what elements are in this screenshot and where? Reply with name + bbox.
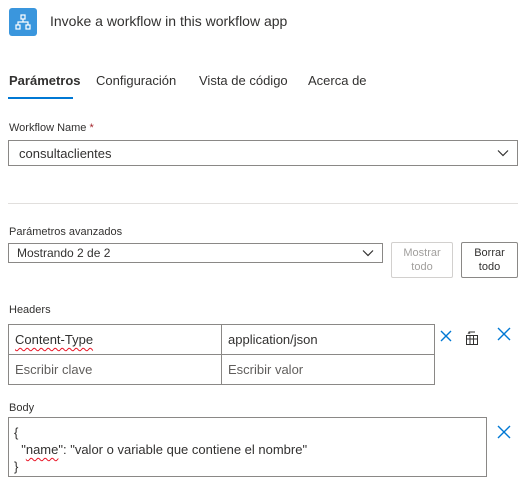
delete-header-row-button[interactable] xyxy=(438,328,454,344)
section-divider xyxy=(8,203,518,204)
header-value-input[interactable]: application/json xyxy=(221,324,435,355)
workflow-name-value: consultaclientes xyxy=(19,145,112,161)
workflow-app-icon xyxy=(9,8,37,36)
show-all-label: Mostrar todo xyxy=(403,247,441,273)
new-header-value-input[interactable]: Escribir valor xyxy=(221,354,435,385)
workflow-name-dropdown[interactable]: consultaclientes xyxy=(8,140,518,166)
headers-label: Headers xyxy=(9,304,51,316)
remove-headers-parameter-button[interactable] xyxy=(496,326,512,342)
workflow-name-label-text: Workflow Name xyxy=(9,122,87,134)
header-key-input[interactable]: Content-Type xyxy=(8,324,222,355)
close-icon xyxy=(440,330,452,342)
active-tab-indicator xyxy=(8,97,73,99)
close-icon xyxy=(497,327,511,341)
clear-all-label: Borrar todo xyxy=(474,247,505,273)
close-icon xyxy=(497,425,511,439)
body-label: Body xyxy=(9,402,35,414)
body-name-key: name xyxy=(25,442,59,457)
body-line-2-rest: ": "valor o variable que contiene el nom… xyxy=(58,442,308,457)
header-key-value: Content-Type xyxy=(15,332,94,347)
body-line-2-prefix: " xyxy=(14,442,26,457)
required-mark: * xyxy=(89,122,94,134)
body-line-2: "name": "valor o variable que contiene e… xyxy=(14,441,486,458)
remove-body-parameter-button[interactable] xyxy=(496,424,512,440)
clear-all-button[interactable]: Borrar todo xyxy=(461,242,518,278)
table-switch-icon xyxy=(466,331,478,345)
advanced-params-dropdown[interactable]: Mostrando 2 de 2 xyxy=(8,243,383,263)
advanced-params-label: Parámetros avanzados xyxy=(9,226,123,238)
tab-vista-de-codigo[interactable]: Vista de código xyxy=(199,73,288,88)
tab-configuracion[interactable]: Configuración xyxy=(96,73,176,88)
header-value-value: application/json xyxy=(228,332,318,347)
body-editor[interactable]: { "name": "valor o variable que contiene… xyxy=(8,417,487,477)
workflow-hierarchy-icon xyxy=(15,14,31,30)
chevron-down-icon xyxy=(497,150,509,157)
new-header-key-input[interactable]: Escribir clave xyxy=(8,354,222,385)
key-placeholder: Escribir clave xyxy=(15,362,93,377)
tab-acerca-de[interactable]: Acerca de xyxy=(308,73,367,88)
tab-parametros[interactable]: Parámetros xyxy=(9,73,81,88)
body-line-3: } xyxy=(14,459,19,474)
advanced-params-value: Mostrando 2 de 2 xyxy=(17,246,111,260)
value-placeholder: Escribir valor xyxy=(228,362,304,377)
chevron-down-icon xyxy=(362,250,374,257)
workflow-name-label: Workflow Name * xyxy=(9,122,94,134)
show-all-button[interactable]: Mostrar todo xyxy=(391,242,453,278)
body-line-1: { xyxy=(14,425,19,440)
switch-to-text-mode-button[interactable] xyxy=(464,331,480,347)
action-title: Invoke a workflow in this workflow app xyxy=(50,13,288,29)
